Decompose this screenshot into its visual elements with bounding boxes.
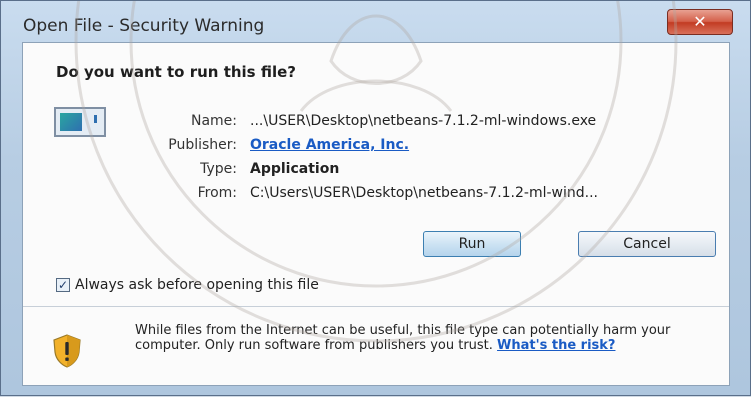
close-button[interactable]: ✕ [667, 9, 733, 35]
from-label: From: [197, 185, 237, 201]
shield-warning-icon [53, 334, 81, 368]
always-ask-label[interactable]: Always ask before opening this file [75, 277, 319, 293]
cancel-button[interactable]: Cancel [578, 231, 716, 257]
publisher-link[interactable]: Oracle America, Inc. [250, 137, 409, 153]
always-ask-checkbox[interactable]: ✓ [56, 278, 70, 292]
publisher-label: Publisher: [168, 137, 237, 153]
dialog-content: Do you want to run this file? Name: ...\… [22, 42, 730, 386]
security-warning-window: Open File - Security Warning ✕ Do you wa… [0, 0, 751, 396]
title-bar[interactable]: Open File - Security Warning ✕ [1, 1, 750, 41]
name-value: ...\USER\Desktop\netbeans-7.1.2-ml-windo… [250, 113, 597, 129]
name-label: Name: [190, 113, 237, 129]
run-button[interactable]: Run [423, 231, 521, 257]
whats-the-risk-link[interactable]: What's the risk? [497, 338, 615, 353]
type-value: Application [250, 161, 340, 177]
from-value: C:\Users\USER\Desktop\netbeans-7.1.2-ml-… [250, 185, 598, 201]
warning-message: While files from the Internet can be use… [135, 323, 695, 353]
checkmark-icon: ✓ [57, 278, 69, 292]
divider [23, 306, 729, 307]
type-label: Type: [200, 161, 237, 177]
window-title: Open File - Security Warning [23, 16, 265, 36]
close-icon: ✕ [693, 12, 707, 31]
dialog-heading: Do you want to run this file? [56, 63, 296, 81]
